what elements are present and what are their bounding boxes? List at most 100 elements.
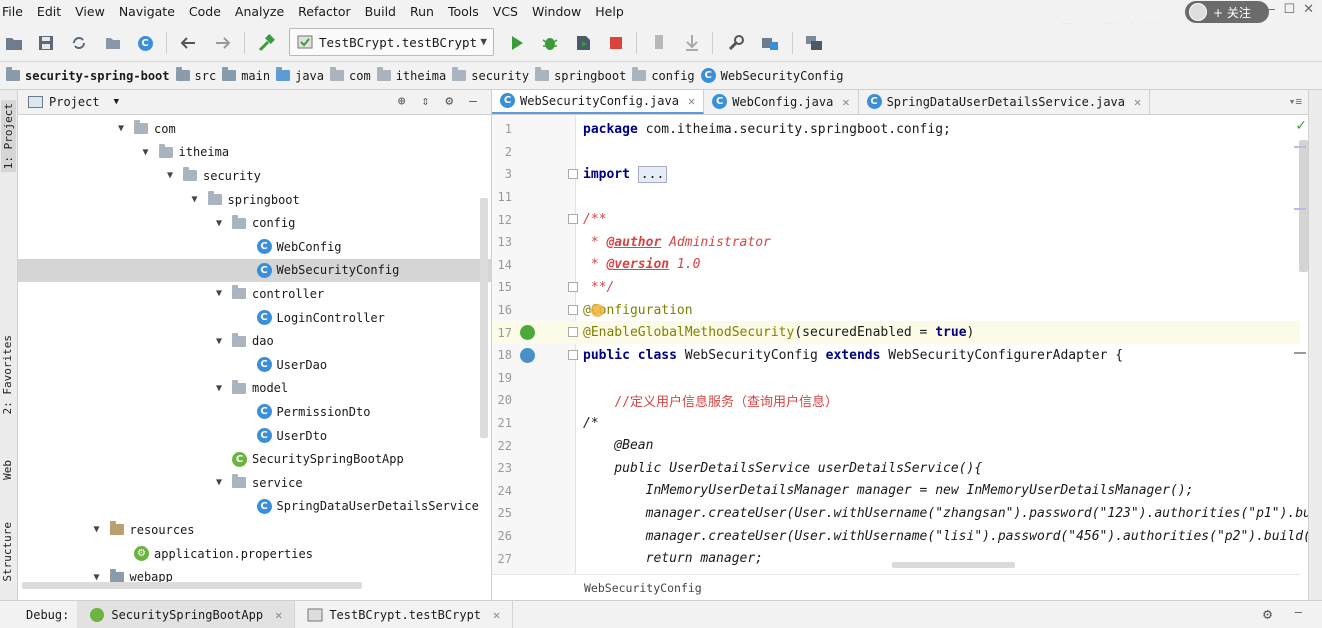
- close-icon[interactable]: ✕: [275, 608, 282, 622]
- chevron-down-icon[interactable]: ▼: [114, 97, 119, 107]
- tree-item[interactable]: ▼ model: [18, 377, 491, 401]
- tree-item[interactable]: ▼ resources: [18, 518, 491, 542]
- breadcrumb-item[interactable]: C WebSecurityConfig: [700, 68, 850, 83]
- chevron-down-icon[interactable]: ▼: [212, 288, 226, 299]
- chevron-down-icon[interactable]: ▼: [212, 477, 226, 488]
- menu-refactor[interactable]: Refactor: [291, 0, 357, 24]
- chevron-down-icon[interactable]: ▼: [90, 524, 104, 535]
- editor-breadcrumb[interactable]: WebSecurityConfig: [492, 574, 1300, 600]
- code-line[interactable]: 20 //定义用户信息服务（查询用户信息）: [492, 389, 1300, 412]
- inspection-ok-icon[interactable]: ✓: [1295, 118, 1307, 134]
- follow-button[interactable]: + 关注: [1185, 1, 1269, 23]
- code-line[interactable]: 19: [492, 367, 1300, 390]
- code-line[interactable]: 23 public UserDetailsService userDetails…: [492, 457, 1300, 480]
- code-line[interactable]: 2: [492, 141, 1300, 164]
- gear-icon[interactable]: ⚙: [445, 94, 453, 109]
- class-icon[interactable]: C: [135, 33, 155, 53]
- run-coverage-icon[interactable]: [573, 33, 593, 53]
- tree-item[interactable]: C SecuritySpringBootApp: [18, 447, 491, 471]
- open-folder-icon[interactable]: [4, 33, 24, 53]
- maximize-button[interactable]: ☐: [1283, 2, 1295, 17]
- tree-item[interactable]: ▼ controller: [18, 282, 491, 306]
- stop-icon[interactable]: [606, 33, 626, 53]
- fold-toggle-icon[interactable]: [568, 282, 578, 293]
- menu-file[interactable]: File: [0, 0, 30, 24]
- build-hammer-icon[interactable]: [256, 33, 276, 53]
- hide-panel-icon[interactable]: —: [1295, 605, 1302, 619]
- run-configuration-select[interactable]: TestBCrypt.testBCrypt ▼: [289, 28, 494, 56]
- tool-tab-web[interactable]: Web: [1, 460, 14, 480]
- chevron-down-icon[interactable]: ▼: [188, 194, 202, 205]
- tool-tab-structure[interactable]: Structure: [1, 522, 14, 582]
- breadcrumb-item[interactable]: src: [175, 67, 223, 83]
- implemented-icon[interactable]: [520, 347, 535, 363]
- code-line[interactable]: 24 InMemoryUserDetailsManager manager = …: [492, 480, 1300, 503]
- tab-webconfig[interactable]: C WebConfig.java ✕: [704, 90, 859, 114]
- intention-bulb-icon[interactable]: [591, 303, 604, 317]
- fold-toggle-icon[interactable]: [568, 327, 578, 338]
- menu-analyze[interactable]: Analyze: [228, 0, 291, 24]
- tree-item[interactable]: C LoginController: [18, 306, 491, 330]
- tab-websecurityconfig[interactable]: C WebSecurityConfig.java ✕: [492, 90, 705, 114]
- close-icon[interactable]: ✕: [688, 94, 695, 108]
- menu-help[interactable]: Help: [588, 0, 631, 24]
- chevron-down-icon[interactable]: ▼: [139, 147, 153, 158]
- editor-vertical-scrollbar[interactable]: [1299, 140, 1308, 272]
- code-line[interactable]: 14 * @version 1.0: [492, 254, 1300, 277]
- spring-bean-icon[interactable]: [520, 325, 535, 341]
- close-icon[interactable]: ✕: [1134, 95, 1141, 109]
- code-line[interactable]: 17 @EnableGlobalMethodSecurity(securedEna…: [492, 321, 1300, 344]
- code-line[interactable]: 11: [492, 186, 1300, 209]
- project-horizontal-scrollbar[interactable]: [22, 582, 362, 589]
- update-icon[interactable]: [682, 33, 702, 53]
- code-line[interactable]: 1 package com.itheima.security.springboot…: [492, 118, 1300, 141]
- code-line[interactable]: 16 @Configuration: [492, 299, 1300, 322]
- project-settings-icon[interactable]: [760, 33, 780, 53]
- fold-toggle-icon[interactable]: [568, 214, 578, 225]
- tree-item[interactable]: C SpringDataUserDetailsService: [18, 495, 491, 519]
- close-button[interactable]: ✕: [1303, 2, 1314, 17]
- tab-list-icon[interactable]: ▾≡: [1289, 95, 1302, 108]
- tree-item[interactable]: ⚙ application.properties: [18, 542, 491, 566]
- chevron-down-icon[interactable]: ▼: [212, 383, 226, 394]
- tree-item[interactable]: C UserDto: [18, 424, 491, 448]
- breadcrumb-item[interactable]: security: [452, 67, 535, 83]
- tree-item[interactable]: ▼ service: [18, 471, 491, 495]
- code-line[interactable]: 15 **/: [492, 276, 1300, 299]
- menu-run[interactable]: Run: [403, 0, 441, 24]
- breadcrumb-item[interactable]: main: [222, 67, 276, 83]
- settings-wrench-icon[interactable]: [726, 33, 746, 53]
- project-structure-icon[interactable]: [103, 33, 123, 53]
- debug-tab-securityspringbootapp[interactable]: SecuritySpringBootApp ✕: [77, 600, 296, 628]
- breadcrumb-item[interactable]: itheima: [376, 67, 453, 83]
- chevron-down-icon[interactable]: ▼: [163, 170, 177, 181]
- fold-toggle-icon[interactable]: [568, 169, 578, 180]
- run-icon[interactable]: [507, 33, 527, 53]
- chevron-down-icon[interactable]: ▼: [114, 123, 128, 134]
- tool-tab-favorites[interactable]: 2: Favorites: [1, 335, 14, 414]
- close-icon[interactable]: ✕: [493, 608, 500, 622]
- code-line[interactable]: 21 /*: [492, 412, 1300, 435]
- tool-tab-project[interactable]: 1: Project: [1, 100, 16, 173]
- code-line[interactable]: 13 * @author Administrator: [492, 231, 1300, 254]
- menu-view[interactable]: View: [68, 0, 112, 24]
- hide-panel-icon[interactable]: —: [469, 94, 477, 109]
- attach-icon[interactable]: [649, 33, 669, 53]
- menu-vcs[interactable]: VCS: [486, 0, 525, 24]
- tree-item[interactable]: ▼ config: [18, 211, 491, 235]
- tree-item[interactable]: ▼ security: [18, 164, 491, 188]
- tree-item[interactable]: C WebSecurityConfig: [18, 258, 491, 283]
- code-line[interactable]: 25 manager.createUser(User.withUsername(…: [492, 502, 1308, 525]
- collapse-all-icon[interactable]: ⇕: [422, 94, 430, 109]
- breadcrumb-item[interactable]: com: [330, 67, 377, 83]
- tree-item[interactable]: C UserDao: [18, 353, 491, 377]
- menu-navigate[interactable]: Navigate: [112, 0, 182, 24]
- debug-tab-testbcrypt[interactable]: TestBCrypt.testBCrypt ✕: [295, 600, 514, 628]
- sdk-icon[interactable]: [804, 33, 824, 53]
- minimize-button[interactable]: —: [1262, 2, 1275, 17]
- debug-bug-icon[interactable]: [540, 33, 560, 53]
- close-icon[interactable]: ✕: [842, 95, 849, 109]
- project-view-select[interactable]: Project: [49, 95, 100, 109]
- editor-horizontal-scrollbar[interactable]: [892, 562, 1015, 568]
- code-line[interactable]: 12 /**: [492, 208, 1300, 231]
